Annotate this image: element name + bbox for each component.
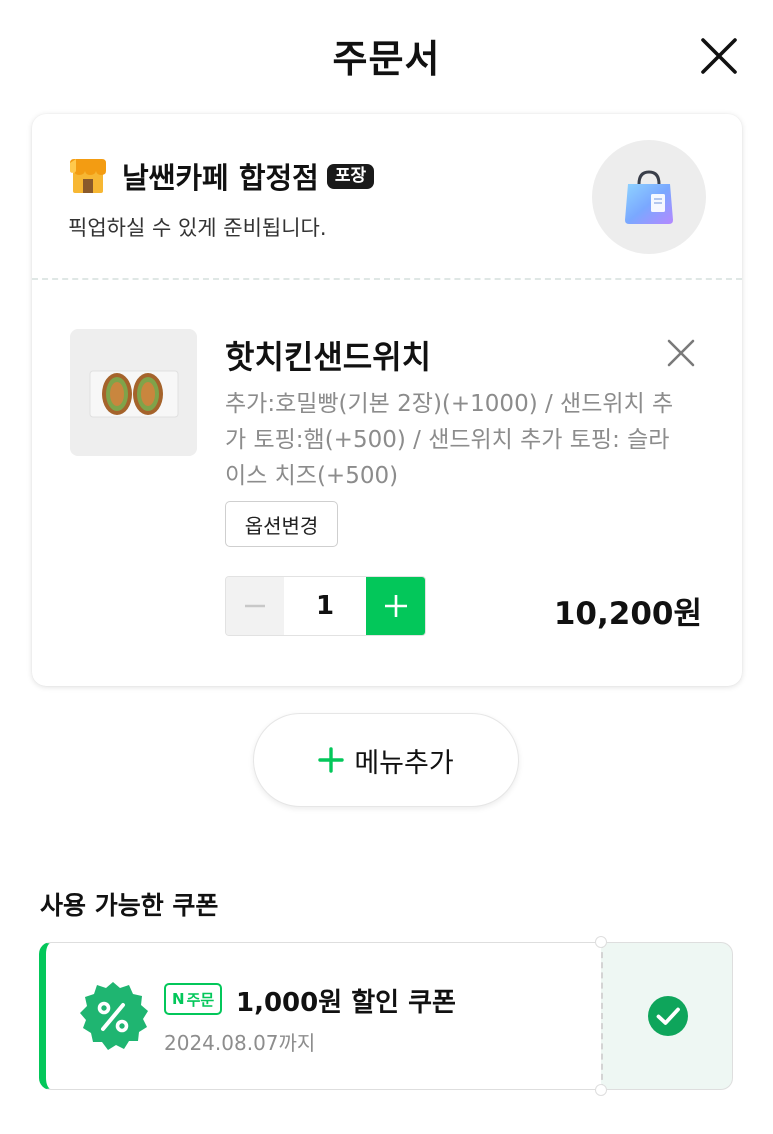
minus-icon [245, 604, 265, 608]
coupon-select-toggle[interactable] [601, 942, 733, 1090]
coupon-title: 1,000원 할인 쿠폰 [236, 988, 456, 1018]
dashed-divider [32, 278, 742, 280]
add-menu-button[interactable]: 메뉴추가 [253, 713, 519, 807]
npay-tag-label: 주문 [186, 990, 215, 1009]
store-name: 날쌘카페 합정점 [122, 161, 319, 195]
store-icon [70, 159, 106, 193]
increase-button[interactable] [366, 577, 425, 635]
quantity-stepper: 1 [225, 576, 426, 636]
store-subtitle: 픽업하실 수 있게 준비됩니다. [68, 216, 327, 240]
remove-item-button[interactable] [666, 338, 696, 368]
npay-logo: N [172, 990, 185, 1008]
coupon-card[interactable]: N 주문 1,000원 할인 쿠폰 2024.08.07까지 [39, 936, 733, 1096]
close-button[interactable] [699, 36, 739, 76]
plus-icon [318, 747, 345, 773]
check-circle-icon [647, 996, 688, 1036]
item-name: 핫치킨샌드위치 [225, 338, 432, 376]
page-title: 주문서 [332, 37, 441, 81]
bag-illustration [592, 140, 706, 254]
takeout-badge: 포장 [326, 163, 375, 189]
order-card: 날쌘카페 합정점 포장 픽업하실 수 있게 준비됩니다. 핫치킨샌드위치 추가:… [32, 114, 742, 686]
sandwich-image [89, 370, 178, 417]
decrease-button[interactable] [226, 577, 284, 635]
discount-percent-icon [80, 982, 148, 1050]
coupon-notch-top [595, 936, 607, 948]
close-icon [701, 38, 737, 74]
coupon-expiry: 2024.08.07까지 [164, 1031, 316, 1055]
npay-order-tag: N 주문 [164, 983, 223, 1015]
header: 주문서 [0, 0, 773, 110]
coupon-body: N 주문 1,000원 할인 쿠폰 2024.08.07까지 [39, 942, 601, 1090]
coupon-notch-bottom [595, 1084, 607, 1096]
store-row: 날쌘카페 합정점 포장 [68, 156, 375, 196]
option-change-button[interactable]: 옵션변경 [225, 501, 338, 547]
close-icon [667, 339, 695, 367]
shopping-bag-icon [625, 170, 673, 224]
item-thumbnail [70, 329, 197, 456]
item-price: 10,200원 [553, 596, 702, 632]
item-options: 추가:호밀빵(기본 2장)(+1000) / 샌드위치 추가 토핑:햄(+500… [225, 391, 674, 489]
coupon-section-heading: 사용 가능한 쿠폰 [40, 891, 219, 920]
plus-icon [384, 595, 407, 617]
quantity-value: 1 [284, 577, 366, 635]
add-menu-label: 메뉴추가 [354, 747, 454, 779]
